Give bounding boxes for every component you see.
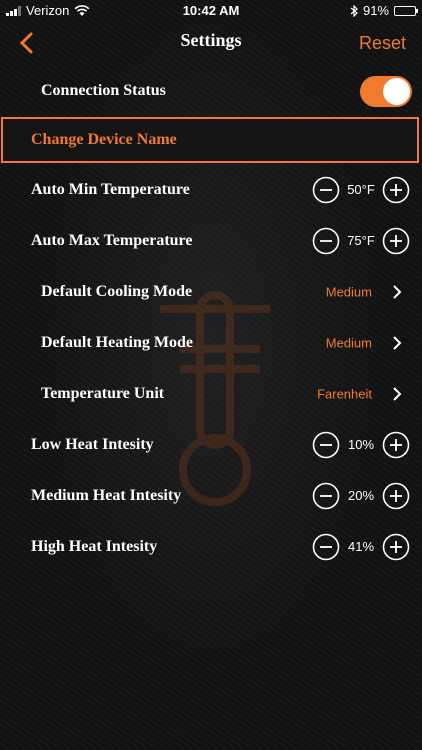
default-heating-mode-row[interactable]: Default Heating Mode Medium — [0, 318, 422, 368]
low-heat-intensity-label: Low Heat Intesity — [31, 436, 154, 453]
auto-max-temperature-value: 75°F — [347, 233, 375, 248]
default-heating-mode-value: Medium — [325, 335, 372, 351]
high-heat-intensity-row: High Heat Intesity 41% — [0, 522, 422, 572]
plus-circle-icon[interactable] — [382, 533, 410, 561]
low-heat-intensity-row: Low Heat Intesity 10% — [0, 420, 422, 470]
temperature-unit-label: Temperature Unit — [41, 385, 165, 402]
battery-icon — [394, 5, 418, 16]
minus-circle-icon[interactable] — [312, 431, 340, 459]
connection-status-row: Connection Status — [0, 66, 422, 116]
temperature-unit-row[interactable]: Temperature Unit Farenheit — [0, 369, 422, 419]
toggle-knob — [383, 78, 410, 105]
medium-heat-intensity-label: Medium Heat Intesity — [31, 487, 182, 504]
chevron-right-icon — [393, 387, 402, 401]
battery-percent: 91% — [362, 3, 389, 18]
bluetooth-icon — [350, 4, 358, 17]
minus-circle-icon[interactable] — [312, 533, 340, 561]
connection-status-toggle[interactable] — [360, 76, 412, 107]
auto-min-temperature-value: 50°F — [347, 182, 375, 197]
high-heat-intensity-label: High Heat Intesity — [31, 538, 158, 555]
status-bar: Verizon 10:42 AM 91% — [0, 0, 422, 22]
minus-circle-icon[interactable] — [312, 482, 340, 510]
chevron-right-icon — [393, 285, 402, 299]
minus-circle-icon[interactable] — [312, 176, 340, 204]
low-heat-intensity-value: 10% — [347, 437, 375, 452]
auto-min-temperature-label: Auto Min Temperature — [31, 181, 190, 198]
default-cooling-mode-value: Medium — [325, 284, 372, 300]
auto-max-temperature-row: Auto Max Temperature 75°F — [0, 216, 422, 266]
connection-status-label: Connection Status — [41, 82, 166, 99]
auto-min-temperature-stepper: 50°F — [312, 176, 410, 204]
change-device-name-button[interactable]: Change Device Name — [1, 117, 419, 163]
medium-heat-intensity-stepper: 20% — [312, 482, 410, 510]
medium-heat-intensity-row: Medium Heat Intesity 20% — [0, 471, 422, 521]
default-cooling-mode-label: Default Cooling Mode — [41, 283, 193, 300]
navigation-bar: Settings Reset — [0, 22, 422, 66]
change-device-name-label: Change Device Name — [31, 131, 177, 148]
default-heating-mode-label: Default Heating Mode — [41, 334, 193, 351]
low-heat-intensity-stepper: 10% — [312, 431, 410, 459]
high-heat-intensity-stepper: 41% — [312, 533, 410, 561]
reset-button[interactable]: Reset — [359, 33, 406, 54]
medium-heat-intensity-value: 20% — [347, 488, 375, 503]
auto-max-temperature-label: Auto Max Temperature — [31, 232, 193, 249]
temperature-unit-value: Farenheit — [317, 386, 372, 402]
plus-circle-icon[interactable] — [382, 431, 410, 459]
minus-circle-icon[interactable] — [312, 227, 340, 255]
high-heat-intensity-value: 41% — [347, 539, 375, 554]
plus-circle-icon[interactable] — [382, 482, 410, 510]
plus-circle-icon[interactable] — [382, 227, 410, 255]
auto-max-temperature-stepper: 75°F — [312, 227, 410, 255]
plus-circle-icon[interactable] — [382, 176, 410, 204]
auto-min-temperature-row: Auto Min Temperature 50°F — [0, 165, 422, 215]
default-cooling-mode-row[interactable]: Default Cooling Mode Medium — [0, 267, 422, 317]
chevron-right-icon — [393, 336, 402, 350]
